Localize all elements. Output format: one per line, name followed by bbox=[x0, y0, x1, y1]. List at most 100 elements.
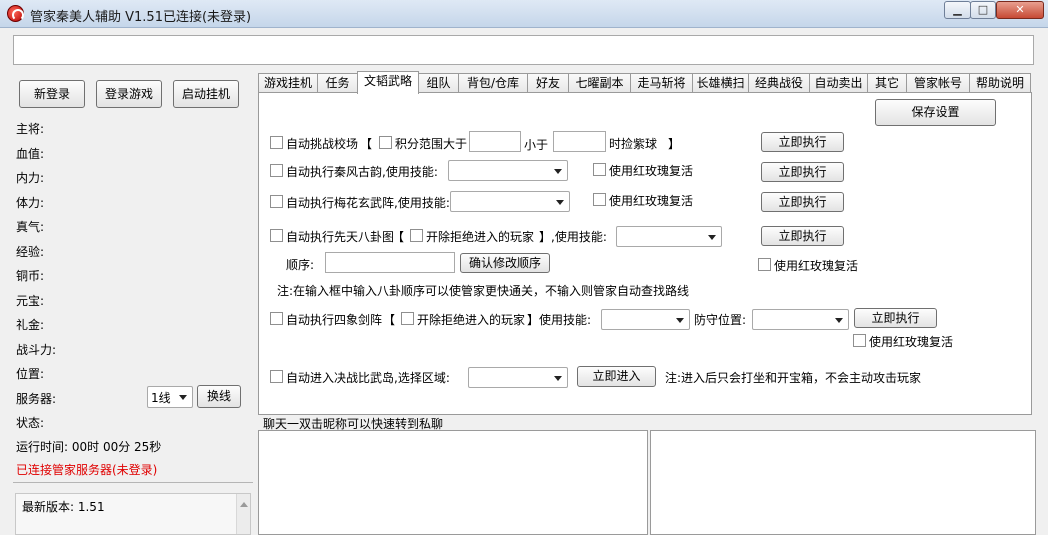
biwudao-area-select[interactable] bbox=[468, 367, 568, 388]
less-than-label: 小于 bbox=[524, 138, 549, 152]
version-box: 最新版本: 1.51 bbox=[15, 493, 251, 535]
execute-button-2[interactable]: 立即执行 bbox=[761, 162, 844, 182]
tab-qiyao-dungeon[interactable]: 七曜副本 bbox=[568, 73, 631, 93]
execute-button-1[interactable]: 立即执行 bbox=[761, 132, 844, 152]
qinfeng-skill-select[interactable] bbox=[448, 160, 568, 181]
score-range-checkbox[interactable] bbox=[379, 136, 392, 149]
label-weizhi: 位置: bbox=[16, 367, 45, 381]
bracket-open-1: 【 bbox=[360, 137, 373, 151]
tab-bag-warehouse[interactable]: 背包/仓库 bbox=[458, 73, 528, 93]
sixiang-revive-label: 使用红玫瑰复活 bbox=[869, 335, 954, 349]
biwudao-label: 自动进入决战比武岛,选择区域: bbox=[286, 371, 450, 385]
score-max-input[interactable] bbox=[553, 131, 606, 152]
tab-game-hangup[interactable]: 游戏挂机 bbox=[258, 73, 318, 93]
label-fuwuqi: 服务器: bbox=[16, 392, 57, 406]
version-text: 最新版本: 1.51 bbox=[22, 500, 105, 514]
new-login-button[interactable]: 新登录 bbox=[19, 80, 85, 108]
switch-line-button[interactable]: 换线 bbox=[197, 385, 241, 408]
qinfeng-checkbox[interactable] bbox=[270, 164, 283, 177]
version-scrollbar[interactable] bbox=[236, 494, 250, 534]
pick-purple-label: 时捡紫球 bbox=[609, 137, 658, 151]
label-jingyan: 经验: bbox=[16, 245, 45, 259]
chevron-down-icon bbox=[835, 317, 843, 323]
meihua-revive-checkbox[interactable] bbox=[593, 193, 606, 206]
bagua-revive-checkbox[interactable] bbox=[758, 258, 771, 271]
execute-button-4[interactable]: 立即执行 bbox=[761, 226, 844, 246]
defend-position-select[interactable] bbox=[752, 309, 849, 330]
biwudao-checkbox[interactable] bbox=[270, 370, 283, 383]
bagua-revive-label: 使用红玫瑰复活 bbox=[774, 259, 859, 273]
sixiang-checkbox[interactable] bbox=[270, 312, 283, 325]
label-neili: 内力: bbox=[16, 171, 45, 185]
confirm-order-button[interactable]: 确认修改顺序 bbox=[460, 253, 550, 273]
label-tongbi: 铜币: bbox=[16, 269, 45, 283]
execute-button-3[interactable]: 立即执行 bbox=[761, 192, 844, 212]
tab-changxiong[interactable]: 长雄横扫 bbox=[692, 73, 749, 93]
bracket-open-5: 【 bbox=[383, 313, 396, 327]
chat-users-box[interactable] bbox=[650, 430, 1036, 535]
title-bar: 管家秦美人辅助 V1.51已连接(未登录) ▁ □ ✕ bbox=[0, 0, 1048, 28]
bracket-open-4: 【 bbox=[392, 230, 405, 244]
maximize-button[interactable]: □ bbox=[970, 1, 996, 19]
close-button[interactable]: ✕ bbox=[996, 1, 1044, 19]
sixiang-skill-select[interactable] bbox=[601, 309, 690, 330]
window-title: 管家秦美人辅助 V1.51已连接(未登录) bbox=[30, 10, 252, 25]
tab-auto-sell[interactable]: 自动卖出 bbox=[809, 73, 868, 93]
qinfeng-revive-label: 使用红玫瑰复活 bbox=[609, 164, 694, 178]
tab-other[interactable]: 其它 bbox=[867, 73, 907, 93]
wentao-panel: 保存设置 自动挑战校场 【 积分范围大于 小于 时捡紫球 】 立即执行 自动执行… bbox=[258, 92, 1032, 415]
label-xuezhi: 血值: bbox=[16, 147, 45, 161]
bagua-order-input[interactable] bbox=[325, 252, 455, 273]
connection-status: 已连接管家服务器(未登录) bbox=[16, 463, 158, 477]
enter-now-button[interactable]: 立即进入 bbox=[577, 366, 656, 387]
auto-challenge-label: 自动挑战校场 bbox=[286, 137, 359, 151]
tab-wentao-wulue[interactable]: 文韬武略 bbox=[357, 71, 419, 94]
tab-friends[interactable]: 好友 bbox=[527, 73, 569, 93]
tab-zouma-zhanjiang[interactable]: 走马斩将 bbox=[630, 73, 693, 93]
tab-butler-account[interactable]: 管家帐号 bbox=[906, 73, 970, 93]
meihua-checkbox[interactable] bbox=[270, 195, 283, 208]
bagua-checkbox[interactable] bbox=[270, 229, 283, 242]
bagua-exclude-checkbox[interactable] bbox=[410, 229, 423, 242]
qinfeng-revive-checkbox[interactable] bbox=[593, 163, 606, 176]
sixiang-exclude-checkbox[interactable] bbox=[401, 312, 414, 325]
label-zhuangtai: 状态: bbox=[16, 416, 45, 430]
label-yuanbao: 元宝: bbox=[16, 294, 45, 308]
tab-classic-battle[interactable]: 经典战役 bbox=[748, 73, 810, 93]
defend-position-label: 防守位置: bbox=[694, 313, 747, 327]
bagua-label: 自动执行先天八卦图 bbox=[286, 230, 395, 244]
tab-task[interactable]: 任务 bbox=[317, 73, 358, 93]
meihua-revive-label: 使用红玫瑰复活 bbox=[609, 194, 694, 208]
chevron-down-icon bbox=[179, 395, 187, 400]
login-game-button[interactable]: 登录游戏 bbox=[96, 80, 162, 108]
runtime-text: 运行时间: 00时 00分 25秒 bbox=[16, 440, 162, 454]
start-hangup-button[interactable]: 启动挂机 bbox=[173, 80, 239, 108]
auto-challenge-checkbox[interactable] bbox=[270, 136, 283, 149]
bracket-close-5: 】使用技能: bbox=[527, 313, 592, 327]
chevron-down-icon bbox=[556, 199, 564, 205]
bagua-skill-select[interactable] bbox=[616, 226, 722, 247]
sixiang-label: 自动执行四象剑阵 bbox=[286, 313, 383, 327]
score-min-input[interactable] bbox=[469, 131, 521, 152]
score-range-label: 积分范围大于 bbox=[395, 137, 468, 151]
chevron-down-icon bbox=[676, 317, 684, 323]
label-lijin: 礼金: bbox=[16, 318, 45, 332]
chevron-down-icon bbox=[554, 168, 562, 174]
tab-help[interactable]: 帮助说明 bbox=[969, 73, 1031, 93]
order-label: 顺序: bbox=[286, 258, 315, 272]
tab-team[interactable]: 组队 bbox=[418, 73, 459, 93]
top-input-field[interactable] bbox=[13, 35, 1034, 65]
bagua-note: 注:在输入框中输入八卦顺序可以使管家更快通关，不输入则管家自动查找路线 bbox=[277, 284, 690, 298]
meihua-label: 自动执行梅花玄武阵,使用技能: bbox=[286, 196, 450, 210]
app-logo-icon bbox=[7, 5, 24, 22]
minimize-button[interactable]: ▁ bbox=[944, 1, 971, 19]
meihua-skill-select[interactable] bbox=[450, 191, 570, 212]
execute-button-5[interactable]: 立即执行 bbox=[854, 308, 937, 328]
chevron-down-icon bbox=[708, 234, 716, 240]
save-settings-button[interactable]: 保存设置 bbox=[875, 99, 996, 126]
left-divider bbox=[13, 482, 253, 483]
sixiang-revive-checkbox[interactable] bbox=[853, 334, 866, 347]
server-line-select[interactable]: 1线 bbox=[147, 386, 193, 408]
sixiang-exclude-label: 开除拒绝进入的玩家 bbox=[417, 313, 526, 327]
chat-messages-box[interactable] bbox=[258, 430, 648, 535]
